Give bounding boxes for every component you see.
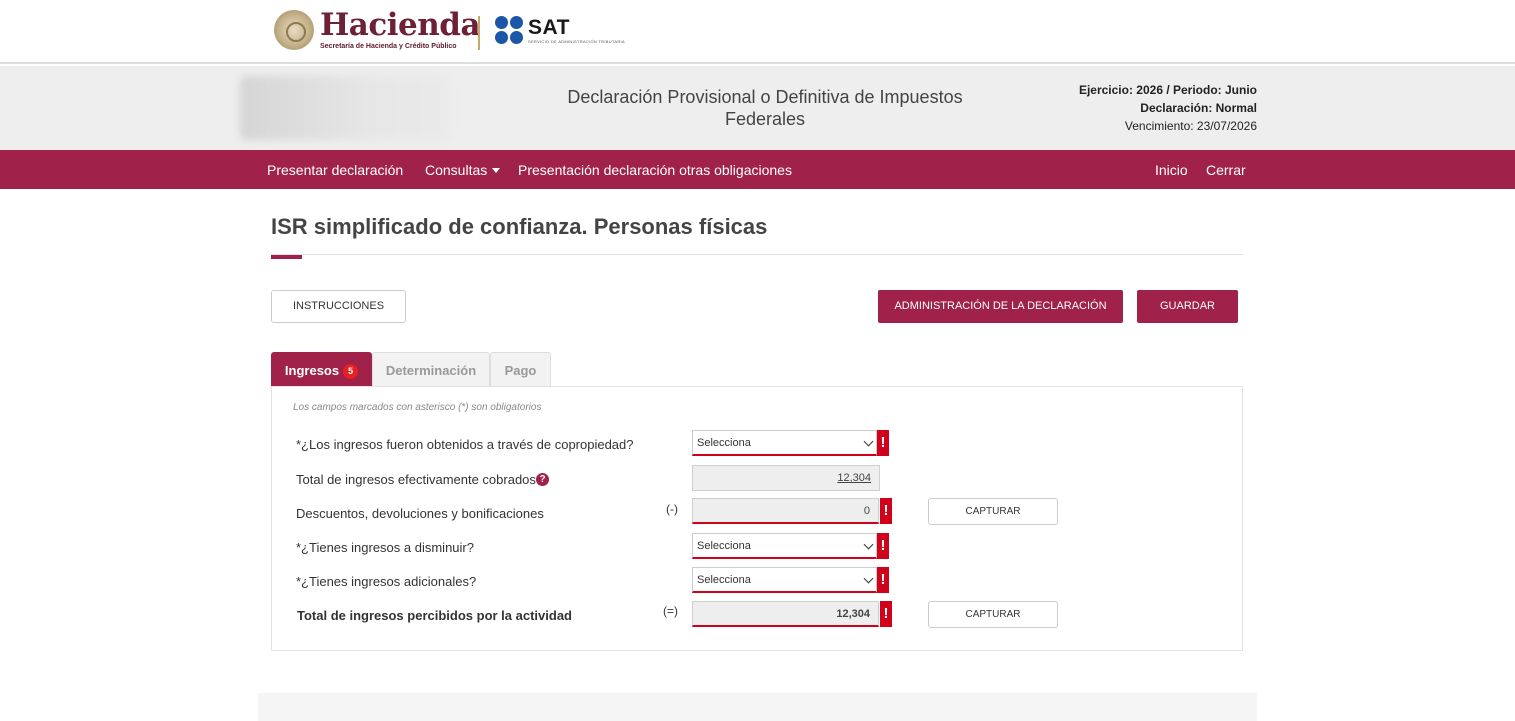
adicionales-label: *¿Tienes ingresos adicionales? (296, 574, 477, 589)
disminuir-select[interactable]: Selecciona (692, 533, 877, 559)
capturar-descuentos-button[interactable]: CAPTURAR (928, 498, 1058, 525)
adicionales-value: Selecciona (697, 574, 751, 586)
chevron-down-icon (863, 539, 874, 550)
ejercicio-periodo: Ejercicio: 2026 / Periodo: Junio (1078, 83, 1257, 97)
error-icon: ! (880, 601, 892, 627)
hacienda-wordmark: Hacienda (320, 7, 481, 43)
tab-ingresos[interactable]: Ingresos 5 (271, 352, 372, 386)
declaration-period-info: Ejercicio: 2026 / Periodo: Junio Declara… (1079, 81, 1257, 135)
nav-consultas-label: Consultas (425, 162, 488, 178)
national-seal-icon (274, 10, 314, 50)
taxpayer-info-blurred (240, 76, 450, 140)
sat-logo[interactable]: SAT SERVICIO DE ADMINISTRACIÓN TRIBUTARI… (495, 16, 625, 44)
logo-divider (478, 16, 480, 50)
main-nav: Presentar declaración Consultas Presenta… (0, 150, 1515, 189)
total-percibidos-label: Total de ingresos percibidos por la acti… (297, 608, 572, 623)
administracion-declaracion-button[interactable]: ADMINISTRACIÓN DE LA DECLARACIÓN (878, 290, 1123, 323)
tab-ingresos-label: Ingresos (284, 363, 340, 378)
declaracion-tipo: Declaración: Normal (1140, 101, 1257, 115)
hacienda-subtitle: Secretaría de Hacienda y Crédito Público (320, 43, 457, 50)
equals-sign: (=) (663, 604, 678, 618)
nav-cerrar[interactable]: Cerrar (1206, 162, 1246, 178)
declaration-title: Declaración Provisional o Definitiva de … (567, 87, 963, 129)
copropiedad-select[interactable]: Selecciona (692, 430, 877, 456)
footer-band (258, 693, 1257, 721)
descuentos-label: Descuentos, devoluciones y bonificacione… (296, 506, 544, 521)
disminuir-label: *¿Tienes ingresos a disminuir? (296, 540, 474, 555)
guardar-button[interactable]: GUARDAR (1137, 290, 1238, 323)
error-icon: ! (877, 567, 889, 593)
adicionales-select[interactable]: Selecciona (692, 567, 877, 593)
nav-consultas[interactable]: Consultas (425, 162, 501, 178)
chevron-down-icon (863, 436, 874, 447)
help-icon[interactable]: ? (536, 473, 549, 486)
total-cobrados-label: Total de ingresos efectivamente cobrados (296, 472, 536, 487)
disminuir-value: Selecciona (697, 540, 751, 552)
total-cobrados-value: 12,304 (837, 472, 871, 484)
required-fields-note: Los campos marcados con asterisco (*) so… (293, 402, 542, 413)
copropiedad-value: Selecciona (697, 437, 751, 449)
hacienda-logo[interactable]: Hacienda Secretaría de Hacienda y Crédit… (274, 7, 481, 50)
sat-dots-icon (495, 16, 523, 44)
tab-pago[interactable]: Pago (490, 352, 551, 386)
nav-otras-obligaciones[interactable]: Presentación declaración otras obligacio… (518, 162, 792, 178)
capturar-total-button[interactable]: CAPTURAR (928, 601, 1058, 628)
nav-inicio[interactable]: Inicio (1155, 162, 1188, 178)
tab-determinacion[interactable]: Determinación (372, 352, 490, 386)
title-divider (271, 254, 1243, 255)
page-title: ISR simplificado de confianza. Personas … (271, 214, 768, 239)
total-percibidos-field[interactable]: 12,304 (692, 601, 879, 627)
sat-wordmark: SAT (528, 15, 570, 39)
nav-presentar-declaracion[interactable]: Presentar declaración (267, 162, 403, 178)
sat-subtitle: SERVICIO DE ADMINISTRACIÓN TRIBUTARIA (528, 38, 625, 44)
vencimiento: Vencimiento: 23/07/2026 (1124, 119, 1257, 133)
descuentos-field[interactable]: 0 (692, 498, 879, 524)
instrucciones-button[interactable]: INSTRUCCIONES (271, 290, 406, 323)
minus-sign: (-) (666, 502, 678, 516)
error-icon: ! (880, 498, 892, 524)
error-icon: ! (877, 430, 889, 456)
brand-bar: Hacienda Secretaría de Hacienda y Crédit… (0, 0, 1515, 64)
error-count-badge: 5 (343, 364, 359, 379)
total-cobrados-field[interactable]: 12,304 (692, 465, 880, 491)
error-icon: ! (877, 533, 889, 559)
caret-down-icon (492, 168, 501, 173)
title-accent (271, 255, 302, 259)
chevron-down-icon (863, 573, 874, 584)
copropiedad-label: *¿Los ingresos fueron obtenidos a través… (296, 437, 634, 452)
